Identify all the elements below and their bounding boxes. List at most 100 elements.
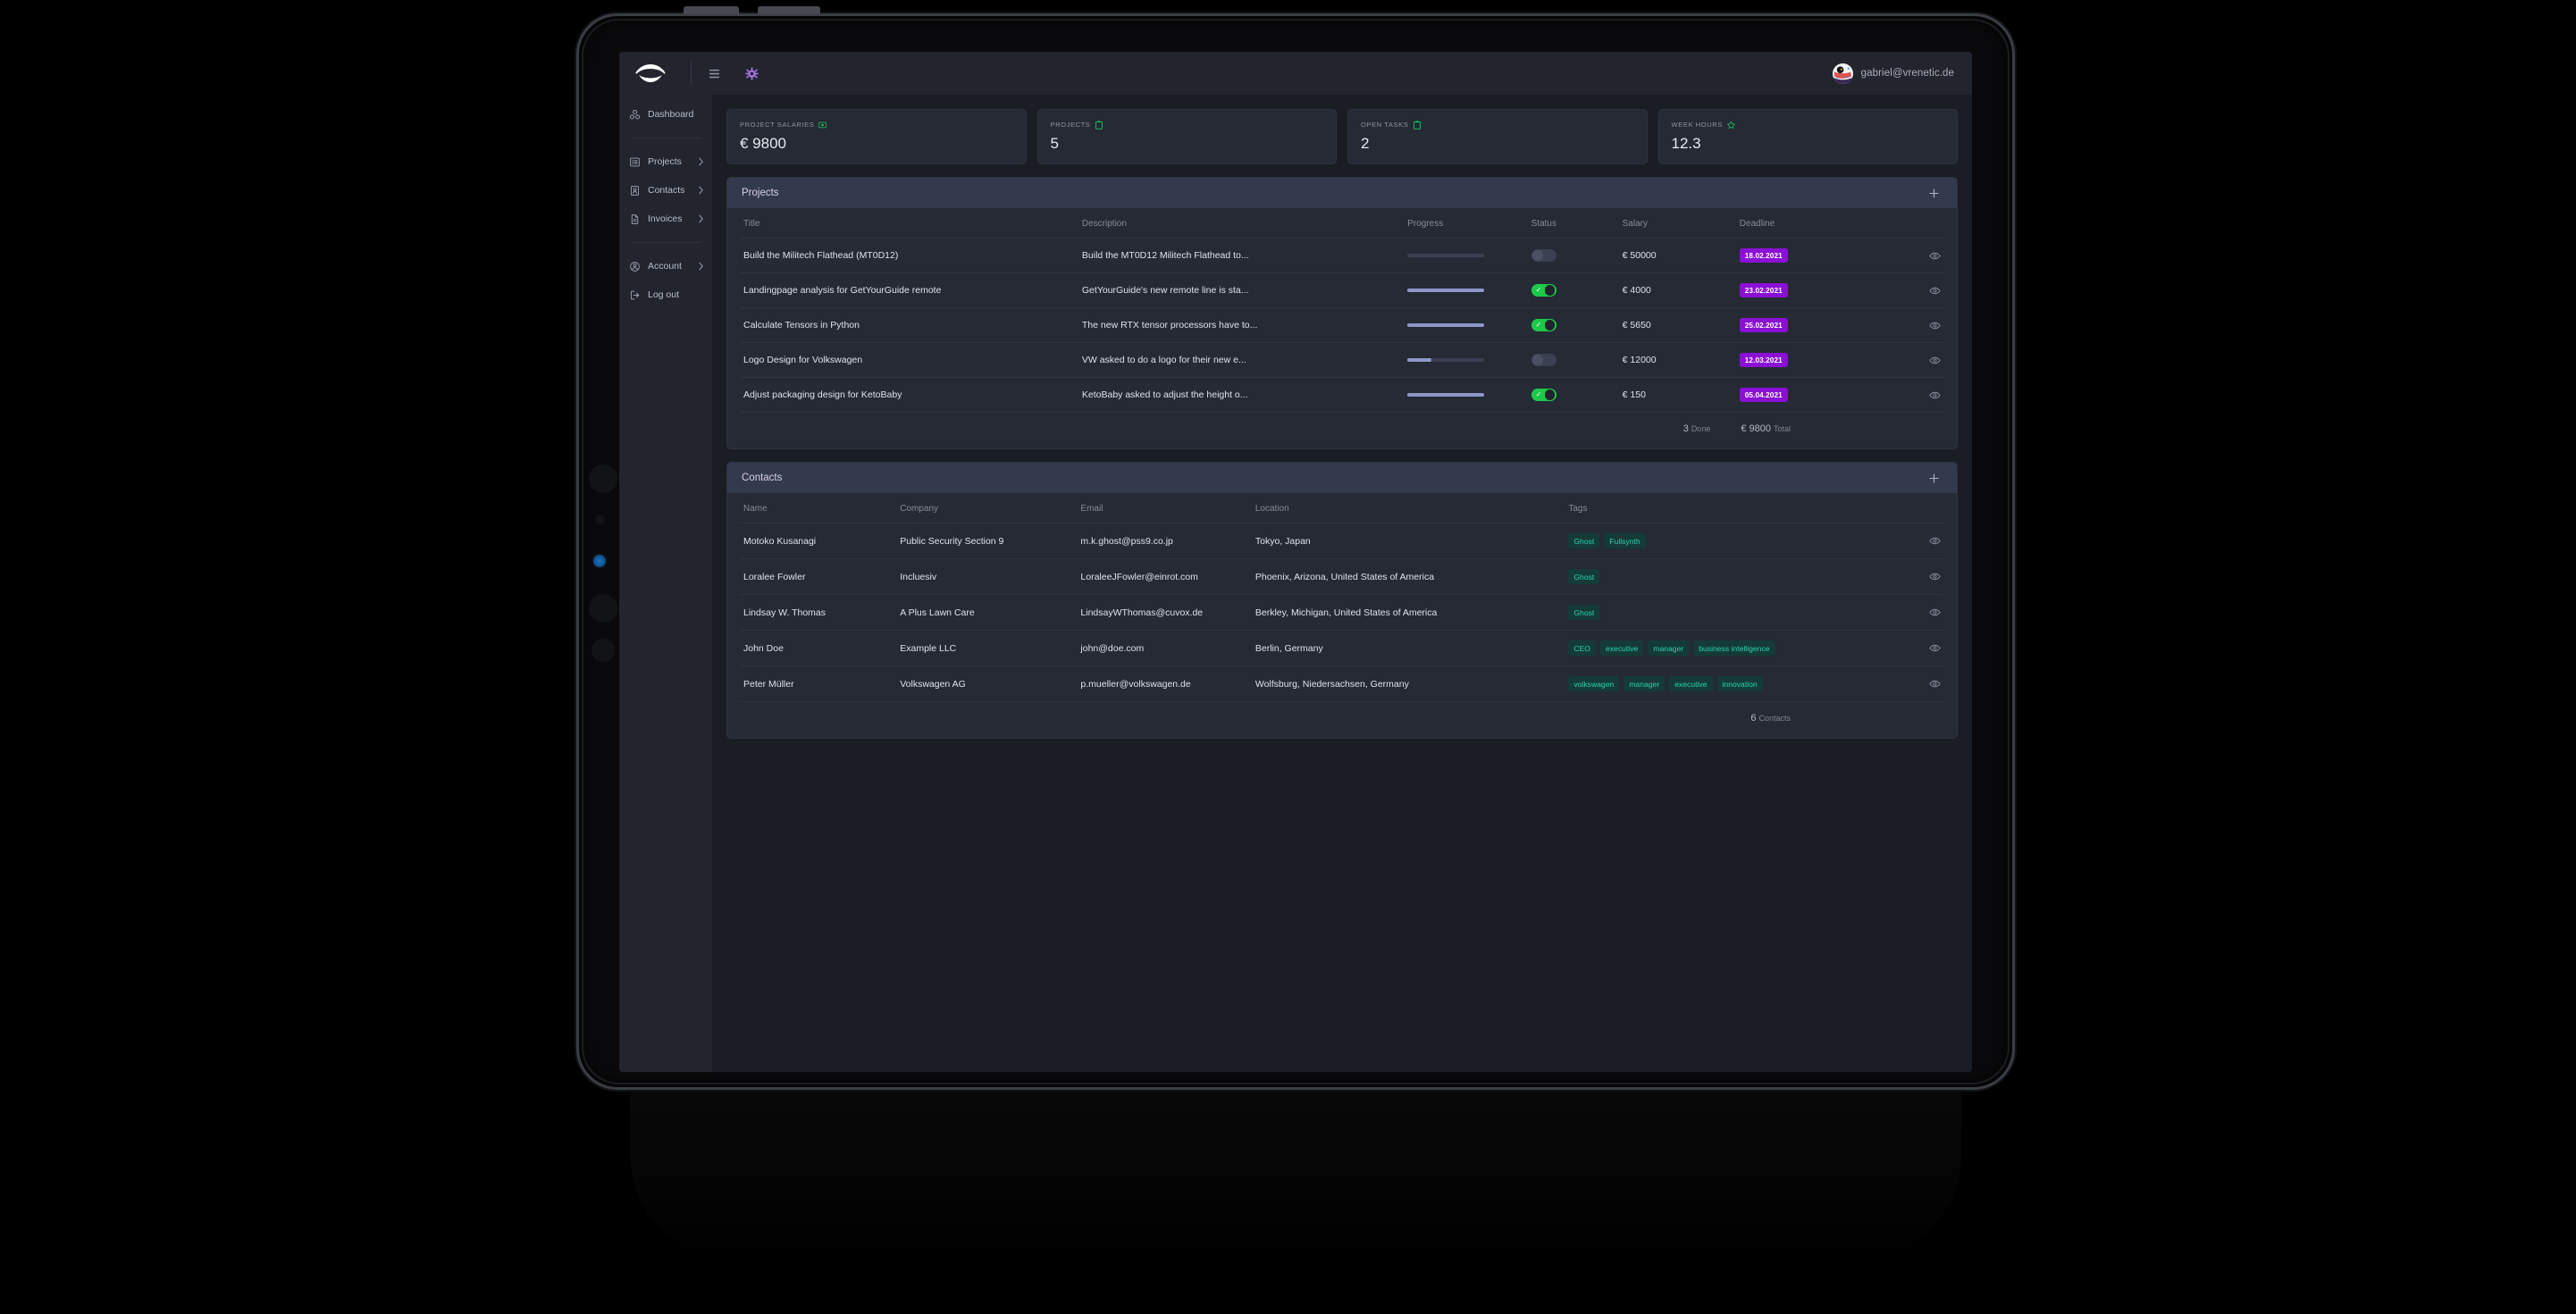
volume-up-button[interactable] [684, 6, 739, 14]
contacts-panel-body: Name Company Email Location Tags Motoko … [727, 493, 1957, 738]
project-status-cell: ✓ [1527, 272, 1619, 308]
status-toggle[interactable] [1531, 248, 1557, 263]
panel-title: Contacts [742, 473, 783, 483]
project-progress-cell [1404, 342, 1528, 378]
sidebar-item-contacts[interactable]: Contacts [619, 176, 712, 205]
contact-tags-cell: Ghost Fullsynth [1565, 523, 1878, 559]
eye-icon[interactable] [1883, 320, 1941, 331]
tag-chip[interactable]: executive [1669, 676, 1713, 691]
projects-done-stat: 3 Done [1683, 423, 1711, 434]
tag-chip[interactable]: CEO [1568, 640, 1596, 656]
gear-icon[interactable] [736, 58, 767, 88]
check-icon: ✓ [1535, 320, 1542, 329]
tag-chip[interactable]: business intelligence [1693, 640, 1775, 656]
eye-icon[interactable] [1883, 250, 1941, 262]
status-toggle[interactable]: ✓ [1531, 318, 1557, 332]
sidebar-item-label: Projects [648, 156, 682, 167]
contact-tags-cell: CEO executive manager business intelligence [1565, 630, 1878, 666]
tag-chip[interactable]: Fullsynth [1604, 533, 1646, 548]
table-row[interactable]: Logo Design for Volkswagen VW asked to do… [740, 342, 1944, 378]
stat-label: WEEK HOURS [1671, 121, 1723, 129]
project-status-cell [1527, 238, 1619, 273]
contact-location-cell: Phoenix, Arizona, United States of Ameri… [1251, 558, 1565, 595]
user-menu[interactable]: gabriel@vrenetic.de [1832, 63, 1954, 84]
tag-chip[interactable]: Ghost [1568, 533, 1600, 548]
contact-location-cell: Berlin, Germany [1251, 630, 1565, 666]
tag-list: Ghost [1568, 569, 1874, 584]
eye-icon[interactable] [1882, 571, 1941, 582]
table-row[interactable]: Motoko Kusanagi Public Security Section 9… [740, 523, 1944, 559]
stat-card-week-hours[interactable]: WEEK HOURS 12.3 [1657, 109, 1958, 164]
eye-icon[interactable] [1883, 355, 1941, 366]
eye-icon[interactable] [1883, 285, 1941, 297]
eye-icon[interactable] [1882, 642, 1941, 654]
tag-chip[interactable]: manager [1648, 640, 1690, 656]
eye-icon[interactable] [1882, 607, 1941, 618]
list-icon [629, 156, 641, 168]
chevron-right-icon [697, 214, 704, 223]
contact-tags-cell: Ghost [1565, 558, 1878, 595]
project-progress-cell [1404, 377, 1528, 413]
status-toggle[interactable]: ✓ [1531, 283, 1557, 297]
status-toggle[interactable] [1531, 353, 1557, 367]
project-actions-cell [1879, 272, 1944, 308]
project-actions-cell [1879, 238, 1944, 273]
add-contact-button[interactable] [1925, 469, 1942, 487]
eye-lens-logo[interactable] [632, 60, 669, 87]
project-deadline-cell: 12.03.2021 [1735, 342, 1880, 378]
tag-chip[interactable]: Ghost [1568, 605, 1600, 620]
table-row[interactable]: Calculate Tensors in Python The new RTX t… [740, 307, 1944, 343]
check-icon: ✓ [1535, 389, 1542, 398]
stat-value: 12.3 [1671, 135, 1701, 152]
status-badge: 23.02.2021 [1739, 283, 1788, 297]
contacts-header-row: Name Company Email Location Tags [740, 493, 1944, 523]
contact-location-cell: Tokyo, Japan [1251, 523, 1565, 559]
eye-icon[interactable] [1883, 389, 1941, 401]
sidebar-item-account[interactable]: Account [619, 252, 712, 280]
contact-tags-cell: volkswagen manager executive innovation [1565, 665, 1878, 702]
column-header-name: Name [740, 493, 897, 523]
table-row[interactable]: Peter Müller Volkswagen AG p.mueller@volks… [740, 665, 1944, 702]
sidebar-item-invoices[interactable]: Invoices [619, 205, 712, 233]
tag-chip[interactable]: executive [1599, 640, 1644, 656]
stat-label-row: PROJECT SALARIES [740, 121, 1013, 129]
sidebar-item-projects[interactable]: Projects [619, 147, 712, 176]
contact-company-cell: A Plus Lawn Care [896, 594, 1078, 631]
contact-name-cell: Lindsay W. Thomas [740, 594, 897, 631]
stat-card-open-tasks[interactable]: OPEN TASKS 2 [1347, 109, 1648, 164]
hamburger-menu-icon[interactable] [699, 58, 729, 88]
table-row[interactable]: Adjust packaging design for KetoBaby Keto… [740, 377, 1944, 413]
project-title-cell: Adjust packaging design for KetoBaby [740, 377, 1078, 413]
stat-value: € 9800 [740, 135, 786, 152]
projects-table-head: Title Description Progress Status Salary… [740, 208, 1944, 239]
project-description-cell: The new RTX tensor processors have to... [1078, 307, 1405, 343]
table-row[interactable]: Build the Militech Flathead (MT0D12) Buil… [740, 238, 1944, 273]
table-row[interactable]: Loralee Fowler Incluesiv LoraleeJFowler@ei… [740, 558, 1944, 595]
add-project-button[interactable] [1925, 184, 1942, 202]
tag-chip[interactable]: volkswagen [1568, 676, 1620, 691]
tag-chip[interactable]: innovation [1716, 676, 1763, 691]
volume-down-button[interactable] [758, 6, 820, 14]
sidebar-item-dashboard[interactable]: Dashboard [619, 100, 712, 129]
contact-card-icon [629, 185, 641, 197]
column-header-description: Description [1078, 208, 1405, 239]
table-row[interactable]: Lindsay W. Thomas A Plus Lawn Care Lindsay… [740, 594, 1944, 631]
tag-chip[interactable]: Ghost [1568, 569, 1600, 584]
project-title-cell: Landingpage analysis for GetYourGuide re… [740, 272, 1078, 308]
progress-bar [1407, 323, 1485, 327]
sidebar-item-label: Contacts [648, 185, 685, 196]
column-header-company: Company [896, 493, 1078, 523]
eye-icon[interactable] [1882, 678, 1941, 690]
progress-fill [1407, 323, 1485, 327]
sidebar-item-logout[interactable]: Log out [619, 280, 712, 309]
tag-chip[interactable]: manager [1624, 676, 1666, 691]
eye-icon[interactable] [1882, 535, 1941, 547]
column-header-tags: Tags [1565, 493, 1878, 523]
progress-bar [1407, 289, 1485, 292]
star-icon [1727, 121, 1735, 129]
stat-card-project-salaries[interactable]: PROJECT SALARIES € 9800 [726, 109, 1027, 164]
status-toggle[interactable]: ✓ [1531, 388, 1557, 402]
stat-card-projects[interactable]: PROJECTS 5 [1036, 109, 1337, 164]
table-row[interactable]: Landingpage analysis for GetYourGuide re… [740, 272, 1944, 308]
table-row[interactable]: John Doe Example LLC john@doe.com Berlin, G… [740, 630, 1944, 666]
